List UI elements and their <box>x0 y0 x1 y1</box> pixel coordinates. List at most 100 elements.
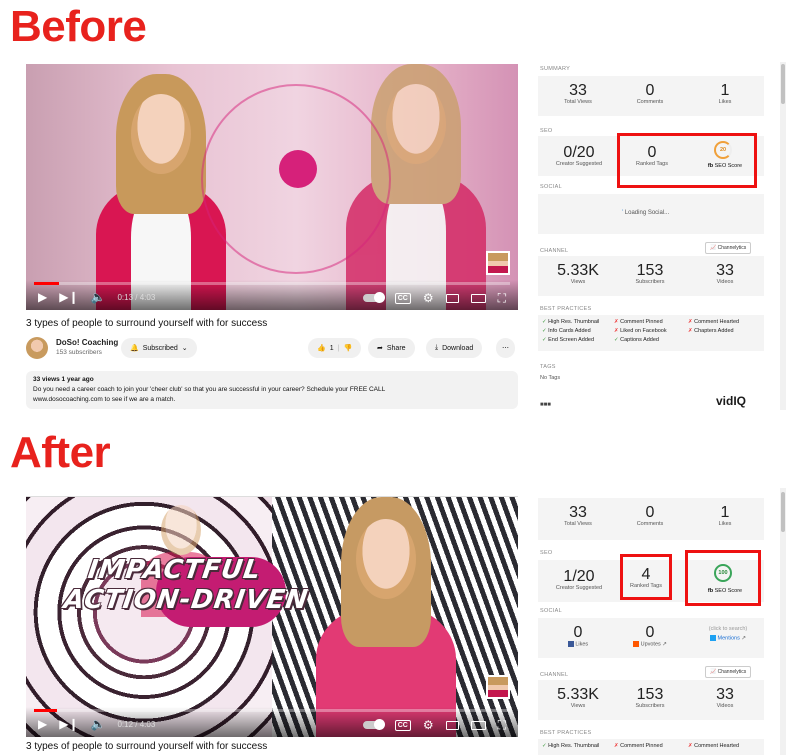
channel-subs-label: Subscribers <box>635 703 665 709</box>
best-practice-label: Comment Pinned <box>620 743 663 749</box>
best-practice-label: High Res. Thumbnail <box>548 743 600 749</box>
autoplay-toggle[interactable] <box>362 292 385 303</box>
tags-label: TAGS <box>540 364 556 370</box>
best-practices-label: BEST PRACTICES <box>540 306 592 312</box>
time-display: 0:12 / 4:03 <box>117 719 156 729</box>
social-likes-label: Likes <box>575 641 589 648</box>
download-button[interactable]: ⤓ Download <box>426 338 483 358</box>
channel-views-value: 5.33K <box>557 686 599 703</box>
click-to-search[interactable]: (click to search) <box>695 626 761 632</box>
theater-icon[interactable] <box>470 293 486 303</box>
ranked-tags-label: Ranked Tags <box>635 161 668 167</box>
seo-score-icon: 100 <box>714 564 732 582</box>
next-icon[interactable]: ▶❙ <box>59 718 78 730</box>
total-views-label: Total Views <box>564 99 592 105</box>
share-button[interactable]: ➦ Share <box>368 338 415 358</box>
progress-bar[interactable] <box>34 282 510 285</box>
likes-value: 1 <box>720 82 730 99</box>
best-practices-label: BEST PRACTICES <box>540 730 592 736</box>
channelytics-button[interactable]: 📈 Channelytics <box>705 666 752 678</box>
summary-label: SUMMARY <box>540 66 571 72</box>
channel-watermark[interactable] <box>486 675 510 699</box>
view-date-meta: 33 views 1 year ago <box>33 376 94 383</box>
before-heading: Before <box>10 2 147 51</box>
channel-views-label: Views <box>570 279 586 285</box>
best-practice-item: ✗ Comment Pinned <box>614 318 663 327</box>
fullscreen-icon[interactable]: ⛶ <box>498 292 506 304</box>
mentions-link[interactable]: Mentions <box>718 635 740 641</box>
fullscreen-icon[interactable]: ⛶ <box>498 719 506 731</box>
best-practice-label: Comment Pinned <box>620 319 663 325</box>
channel-subs-label: Subscribers <box>635 279 665 285</box>
likes-label: Likes <box>718 521 732 527</box>
autoplay-toggle[interactable] <box>362 719 385 730</box>
chart-icon: 📈 <box>710 245 717 251</box>
channel-videos-value: 33 <box>716 262 734 279</box>
ranked-tags-label: Ranked Tags <box>629 583 662 589</box>
subscribed-button[interactable]: 🔔 Subscribed ⌄ <box>121 338 197 358</box>
twitter-icon <box>710 635 716 641</box>
player-controls: ▶ ▶❙ 🔈 0:12 / 4:03 CC ⚙ ⛶ <box>26 707 518 737</box>
seo-score-label: SEO Score <box>714 588 743 594</box>
miniplayer-icon[interactable] <box>445 720 459 730</box>
volume-icon[interactable]: 🔈 <box>91 718 106 730</box>
next-icon[interactable]: ▶❙ <box>59 291 78 303</box>
vidiq-logo-icon: fb <box>707 588 715 594</box>
scrollbar-before[interactable] <box>780 62 786 410</box>
like-dislike-buttons[interactable]: 👍 1 | 👎 <box>308 338 362 358</box>
channel-avatar[interactable] <box>26 337 48 359</box>
channel-videos-label: Videos <box>716 703 734 709</box>
best-practice-item: ✓ End Screen Added <box>542 336 594 345</box>
best-practice-item: ✓ High Res. Thumbnail <box>542 318 599 327</box>
description-box[interactable]: 33 views 1 year ago Do you need a career… <box>26 371 518 409</box>
no-tags-text: No Tags <box>540 375 561 381</box>
captions-icon[interactable]: CC <box>394 292 411 304</box>
more-button[interactable]: ⋯ <box>496 338 515 358</box>
video-player-before[interactable]: ▶ ▶❙ 🔈 0:13 / 4:03 CC ⚙ ⛶ <box>26 64 518 310</box>
scrollbar-after[interactable] <box>780 488 786 755</box>
miniplayer-icon[interactable] <box>445 293 459 303</box>
upvotes-value: 0 <box>645 624 655 641</box>
vidiq-panel-before: SUMMARY 33 Total Views 0 Comments 1 Likes S… <box>530 62 770 410</box>
total-views-value: 33 <box>569 82 587 99</box>
settings-icon[interactable]: ⚙ <box>423 292 434 304</box>
presenter-image <box>311 497 461 737</box>
creator-suggested-value: 1/20 <box>563 568 595 585</box>
overlay-line: IMPACTFUL <box>86 555 264 585</box>
loading-social-text: Loading Social... <box>624 210 670 216</box>
play-icon[interactable]: ▶ <box>38 291 47 303</box>
thumbs-up-icon[interactable]: 👍 <box>317 344 326 352</box>
channel-label: CHANNEL <box>540 672 569 678</box>
spinner-icon: ’ <box>622 210 624 216</box>
comments-label: Comments <box>636 99 664 105</box>
best-practice-item: ✗ Comment Hearted <box>688 318 739 327</box>
channelytics-button[interactable]: 📈 Channelytics <box>705 242 752 254</box>
best-practice-item: ✗ Chapters Added <box>688 327 734 336</box>
seo-label: SEO <box>540 550 553 556</box>
likes-label: Likes <box>718 99 732 105</box>
description-line: www.dosocoaching.com to see if we are a … <box>33 396 176 403</box>
progress-bar[interactable] <box>34 709 510 712</box>
best-practice-item: ✗ Comment Hearted <box>688 742 739 751</box>
settings-icon[interactable]: ⚙ <box>423 719 434 731</box>
upvotes-label[interactable]: Upvotes <box>641 641 661 647</box>
comments-value: 0 <box>645 504 655 521</box>
video-player-after[interactable]: IMPACTFUL ACTION-DRIVEN ▶ ▶❙ 🔈 0:12 / 4:… <box>26 497 518 737</box>
best-practice-item: ✗ Liked on Facebook <box>614 327 667 336</box>
social-label: SOCIAL <box>540 608 562 614</box>
volume-icon[interactable]: 🔈 <box>91 291 106 303</box>
channel-name[interactable]: DoSo! Coaching <box>56 338 118 347</box>
channel-videos-label: Videos <box>716 279 734 285</box>
channel-views-label: Views <box>570 703 586 709</box>
ranked-tags-value: 0 <box>647 144 657 161</box>
play-icon[interactable]: ▶ <box>38 718 47 730</box>
youtube-header-strip <box>26 488 518 497</box>
seo-score-label: SEO Score <box>714 163 743 169</box>
channel-watermark[interactable] <box>486 251 510 275</box>
thumbs-down-icon[interactable]: 👎 <box>343 344 352 352</box>
grid-icon[interactable]: ■■■ <box>540 402 551 408</box>
theater-icon[interactable] <box>470 720 486 730</box>
channel-subs-value: 153 <box>636 686 664 703</box>
captions-icon[interactable]: CC <box>394 719 411 731</box>
vidiq-logo: vidIQ <box>716 394 747 408</box>
